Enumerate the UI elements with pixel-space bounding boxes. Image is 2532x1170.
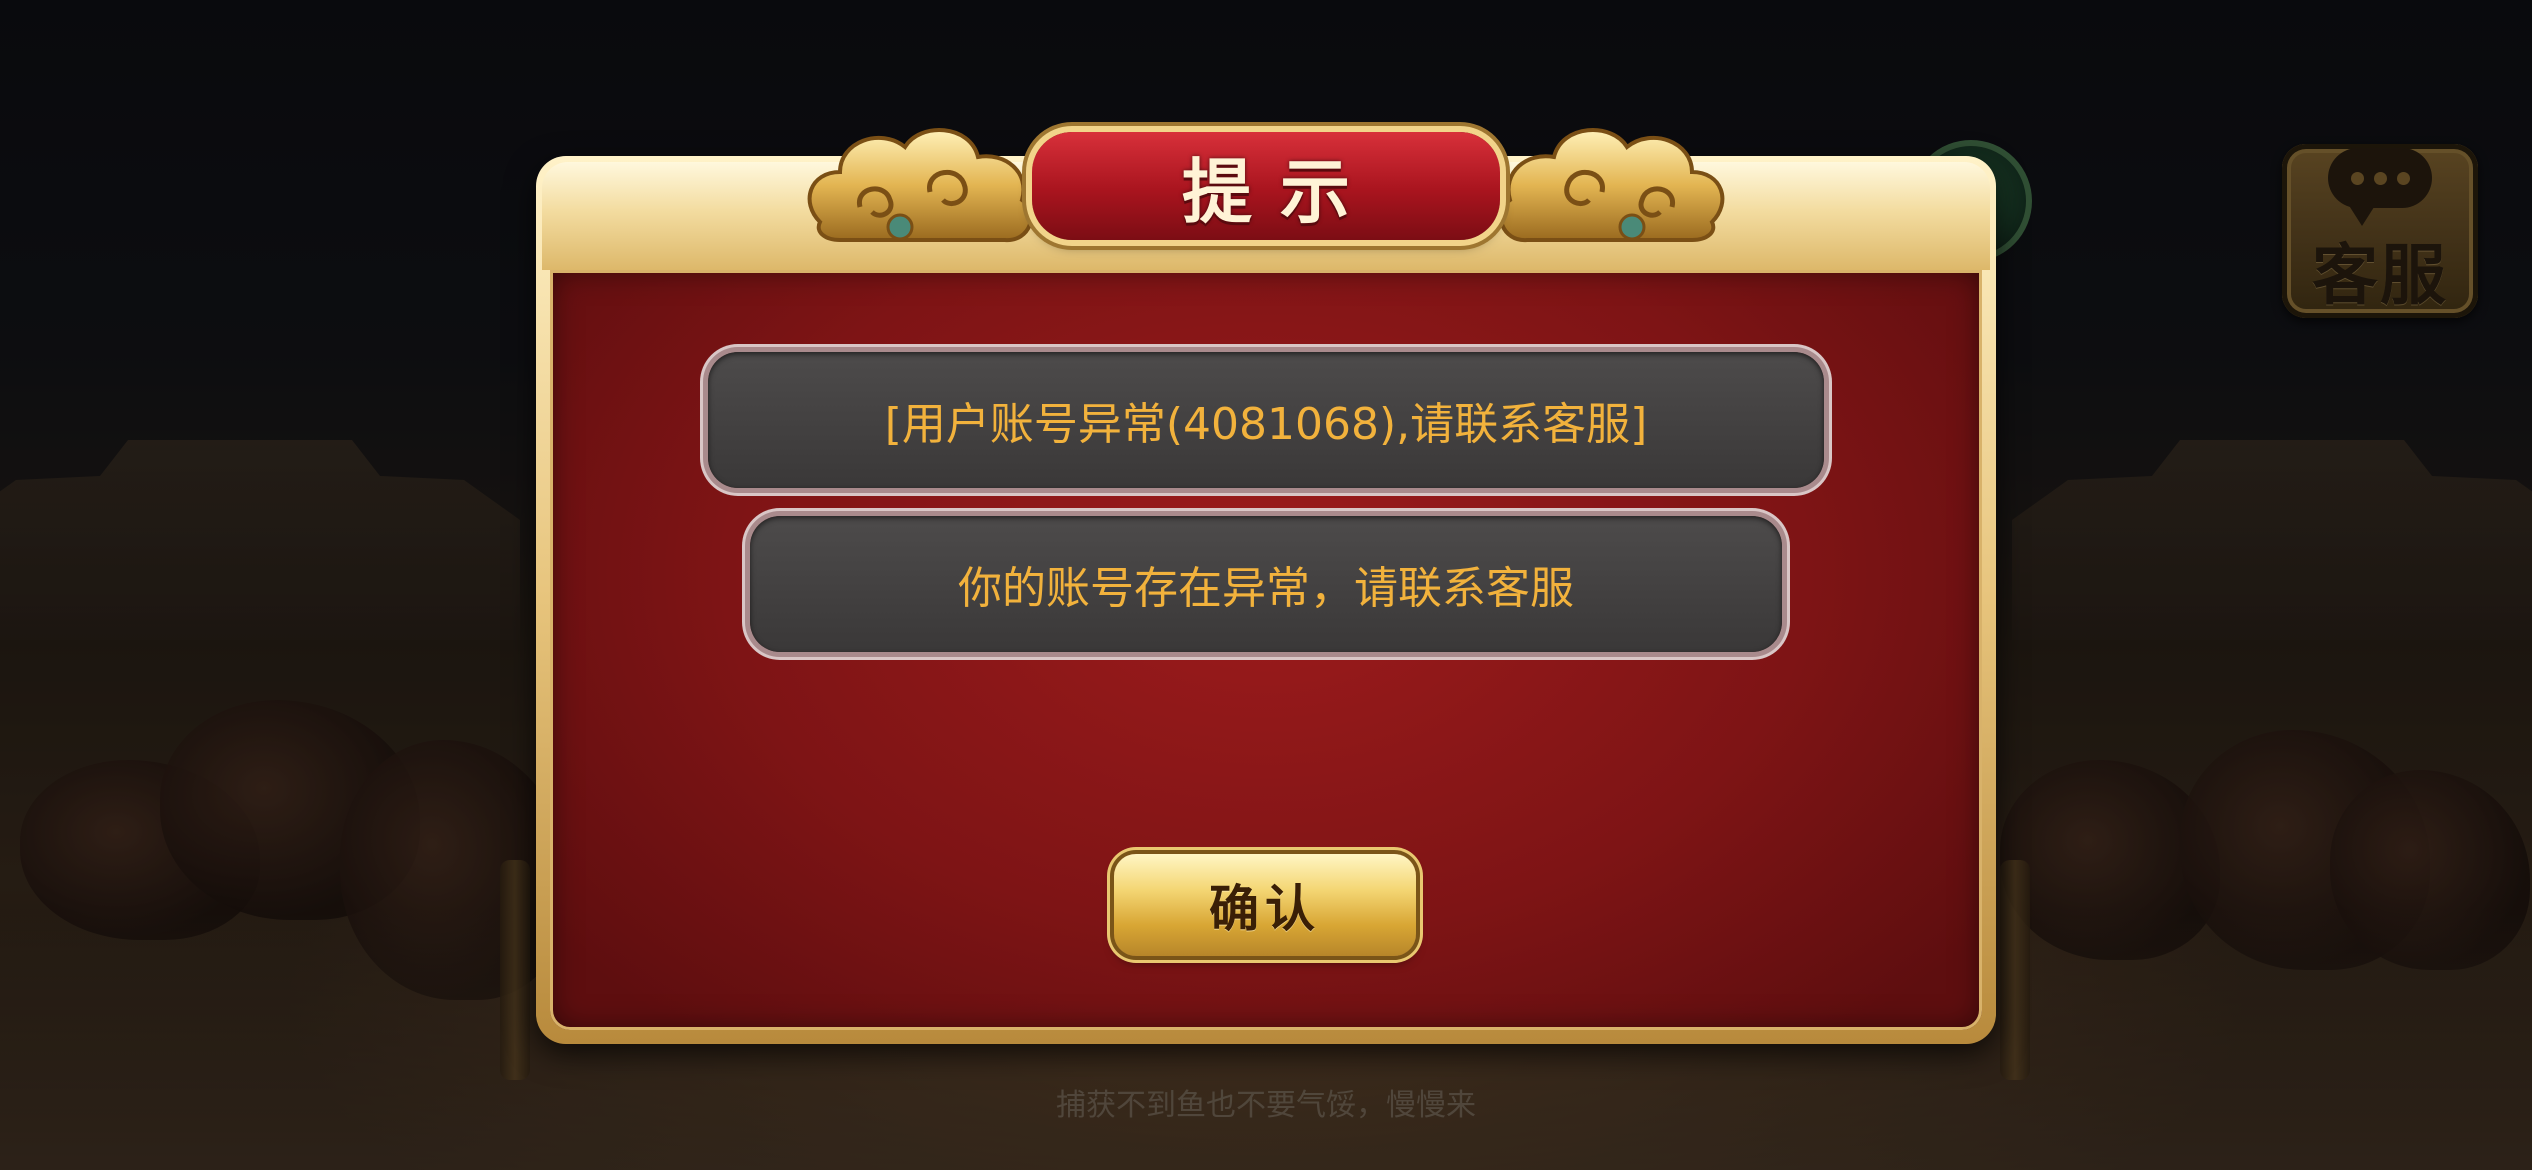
confirm-button-label: 确认 [1209,880,1321,938]
dialog-title: 提示 [1182,150,1378,233]
dialog-title-plate: 提示 [1032,132,1500,240]
confirm-button[interactable]: 确认 [1114,854,1416,956]
golden-cloud-ornament-icon [807,128,1034,243]
golden-cloud-ornament-icon [1498,128,1725,243]
error-message-box: 你的账号存在异常，请联系客服 [750,516,1782,652]
error-message-box: [用户账号异常(4081068),请联系客服] [708,352,1824,488]
error-message-text: 你的账号存在异常，请联系客服 [958,563,1574,614]
error-message-text: [用户账号异常(4081068),请联系客服] [884,399,1648,450]
